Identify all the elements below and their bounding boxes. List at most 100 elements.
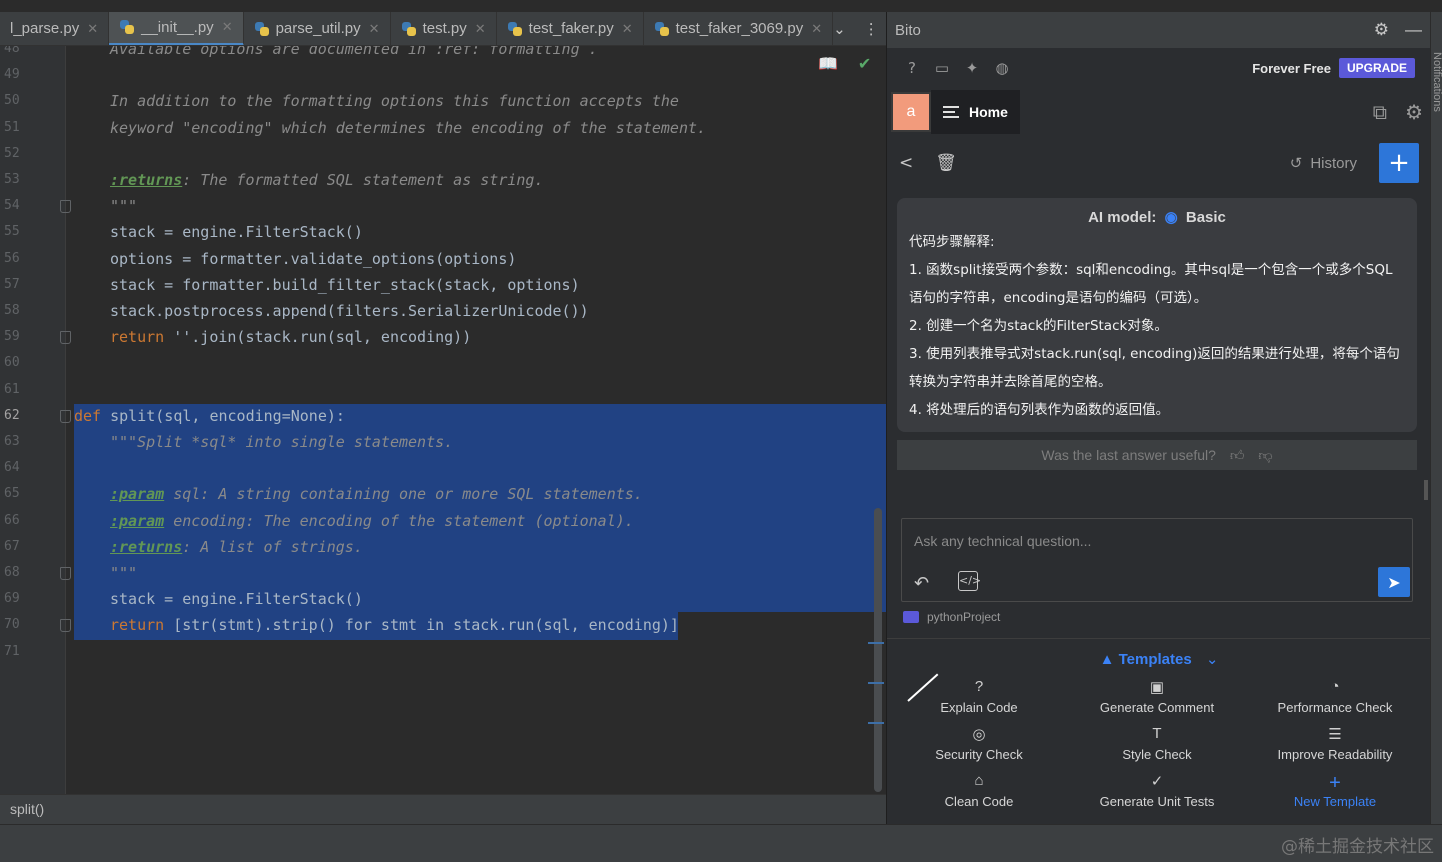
tab-test[interactable]: test.py ✕ [391,12,497,45]
python-file-icon [254,21,270,37]
reader-mode-icon[interactable]: 📖 [818,54,838,73]
answer-line: 1. 函数split接受两个参数：sql和encoding。其中sql是一个包含… [909,262,1393,306]
template-style-check[interactable]: T Style Check [1067,725,1247,762]
templates-toggle[interactable]: ▲ Templates ⌄ [887,650,1431,668]
code-line[interactable]: 68 """ [0,560,886,586]
code-content: split(sql, encoding=None): [101,406,345,425]
chat-icon[interactable]: ▭ [933,59,951,77]
breadcrumb-item[interactable]: split() [10,801,44,817]
globe-icon[interactable]: ◍ [993,59,1011,77]
tab-test-faker[interactable]: test_faker.py ✕ [497,12,644,45]
editor-scrollbar[interactable] [874,508,882,792]
robot-icon: ◉ [1164,209,1178,226]
fold-marker-icon[interactable] [60,567,71,580]
code-line[interactable]: 62 def split(sql, encoding=None): [0,403,886,429]
fold-marker-icon[interactable] [60,200,71,214]
question-input[interactable] [914,529,1374,553]
tab-l-parse[interactable]: l_parse.py ✕ [0,12,110,45]
line-number: 54 [4,198,20,214]
new-chat-button[interactable]: + [1379,143,1419,183]
template-generate-unit-tests[interactable]: ✓ Generate Unit Tests [1067,772,1247,809]
template-generate-comment[interactable]: ▣ Generate Comment [1067,678,1247,715]
code-line[interactable]: 53:returns: The formatted SQL statement … [0,167,886,193]
tab-home[interactable]: Home [931,90,1020,134]
code-line[interactable]: 59 return ''.join(stack.run(sql, encoding… [0,324,886,350]
bito-tab-row: a Home ⧉ ⚙ [887,90,1431,134]
close-icon[interactable]: ✕ [87,21,98,37]
code-line[interactable]: 60 [0,350,886,376]
share-icon[interactable]: < [899,153,913,173]
code-line[interactable]: 56 options = formatter.validate_options(o… [0,246,886,272]
model-prefix: AI model: [1088,209,1157,226]
line-number: 57 [4,276,20,292]
feedback-bar: Was the last answer useful? 👍︎ 👎︎ [897,440,1417,470]
code-line[interactable]: 66:param encoding: The encoding of the s… [0,508,886,534]
undo-icon[interactable]: ↶ [914,573,929,594]
line-number: 53 [4,172,20,187]
code-line[interactable]: 67:returns: A list of strings. [0,534,886,560]
close-icon[interactable]: ✕ [811,21,822,37]
code-line[interactable]: 69 stack = engine.FilterStack() [0,586,886,612]
code-content: """ [110,564,138,582]
fold-marker-icon[interactable] [60,409,71,423]
code-text: options = formatter.validate_options(opt… [110,246,516,272]
code-select-icon[interactable]: </> [958,571,981,591]
code-line[interactable]: 57 stack = formatter.build_filter_stack(s… [0,272,886,298]
trash-icon[interactable]: 🗑 [935,153,957,173]
template-clean-code[interactable]: ⌂ Clean Code [889,772,1069,809]
upgrade-button[interactable]: UPGRADE [1338,58,1415,78]
send-button[interactable]: ➤ [1378,567,1410,597]
minimize-icon[interactable]: — [1405,20,1422,40]
close-icon[interactable]: ✕ [222,19,233,35]
code-line[interactable]: 70 return [str(stmt).strip() for stmt in … [0,612,886,638]
code-line[interactable]: 58 stack.postprocess.append(filters.Seria… [0,298,886,324]
history-button[interactable]: ↺ History [1290,154,1357,173]
chevron-down-icon[interactable]: ⌄ [833,20,846,38]
line-number: 51 [4,119,20,135]
code-line[interactable]: 51 keyword "encoding" which determines th… [0,115,886,141]
code-line[interactable]: 55 stack = engine.FilterStack() [0,219,886,245]
code-line[interactable]: 65:param sql: A string containing one or… [0,481,886,507]
close-icon[interactable]: ✕ [622,21,633,37]
thumbs-down-icon[interactable]: 👎︎ [1258,447,1272,463]
close-icon[interactable]: ✕ [369,21,380,37]
twitter-icon[interactable]: ✦ [963,59,981,77]
code-line[interactable]: 49 [0,62,886,88]
code-line[interactable]: 48 Available options are documented in :r… [0,46,886,62]
tab-test-faker-3069[interactable]: test_faker_3069.py ✕ [644,12,834,45]
code-line[interactable]: 54 """ [0,193,886,219]
code-line[interactable]: 50 In addition to the formatting options … [0,88,886,114]
code-content: options = formatter.validate_options(opt… [110,249,517,268]
template-improve-readability[interactable]: ☰ Improve Readability [1245,725,1425,762]
fold-marker-icon[interactable] [60,619,71,633]
settings-icon[interactable]: ⚙ [1405,100,1423,124]
tab-init[interactable]: __init__.py ✕ [109,12,244,45]
inspection-ok-icon[interactable]: ✔ [858,54,871,73]
code-text: """Split *sql* into single statements. [110,429,453,455]
code-content: encoding: The encoding of the statement … [164,511,634,530]
tab-parse-util[interactable]: parse_util.py ✕ [244,12,391,45]
code-line[interactable]: 63 """Split *sql* into single statements. [0,429,886,455]
template-new-template[interactable]: + New Template [1245,772,1425,809]
gear-icon[interactable]: ⚙ [1374,20,1389,40]
code-line[interactable]: 61 [0,377,886,403]
more-vertical-icon[interactable]: ⋮ [864,20,879,38]
close-icon[interactable]: ✕ [475,21,486,37]
thumbs-up-icon[interactable]: 👍︎ [1230,447,1245,463]
text-size-icon: T [1152,725,1162,742]
notifications-tab[interactable]: Notifications [1431,52,1442,112]
code-line[interactable]: 52 [0,141,886,167]
fold-marker-icon[interactable] [60,331,71,345]
code-line[interactable]: 71 [0,639,886,665]
help-icon[interactable]: ? [903,59,921,77]
code-editor[interactable]: 48 Available options are documented in :r… [0,46,886,794]
template-security-check[interactable]: ◎ Security Check [889,725,1069,762]
code-view-icon[interactable]: ⧉ [1373,100,1387,124]
code-line[interactable]: 64 [0,455,886,481]
avatar[interactable]: a [891,92,931,132]
code-content: [str(stmt).strip() for stmt in stack.run… [164,616,679,635]
bito-scrollbar[interactable] [1424,480,1428,500]
top-icons: ? ▭ ✦ ◍ [903,59,1011,77]
template-performance-check[interactable]: ◔ Performance Check [1245,678,1425,715]
template-explain-code[interactable]: ? Explain Code [889,678,1069,715]
